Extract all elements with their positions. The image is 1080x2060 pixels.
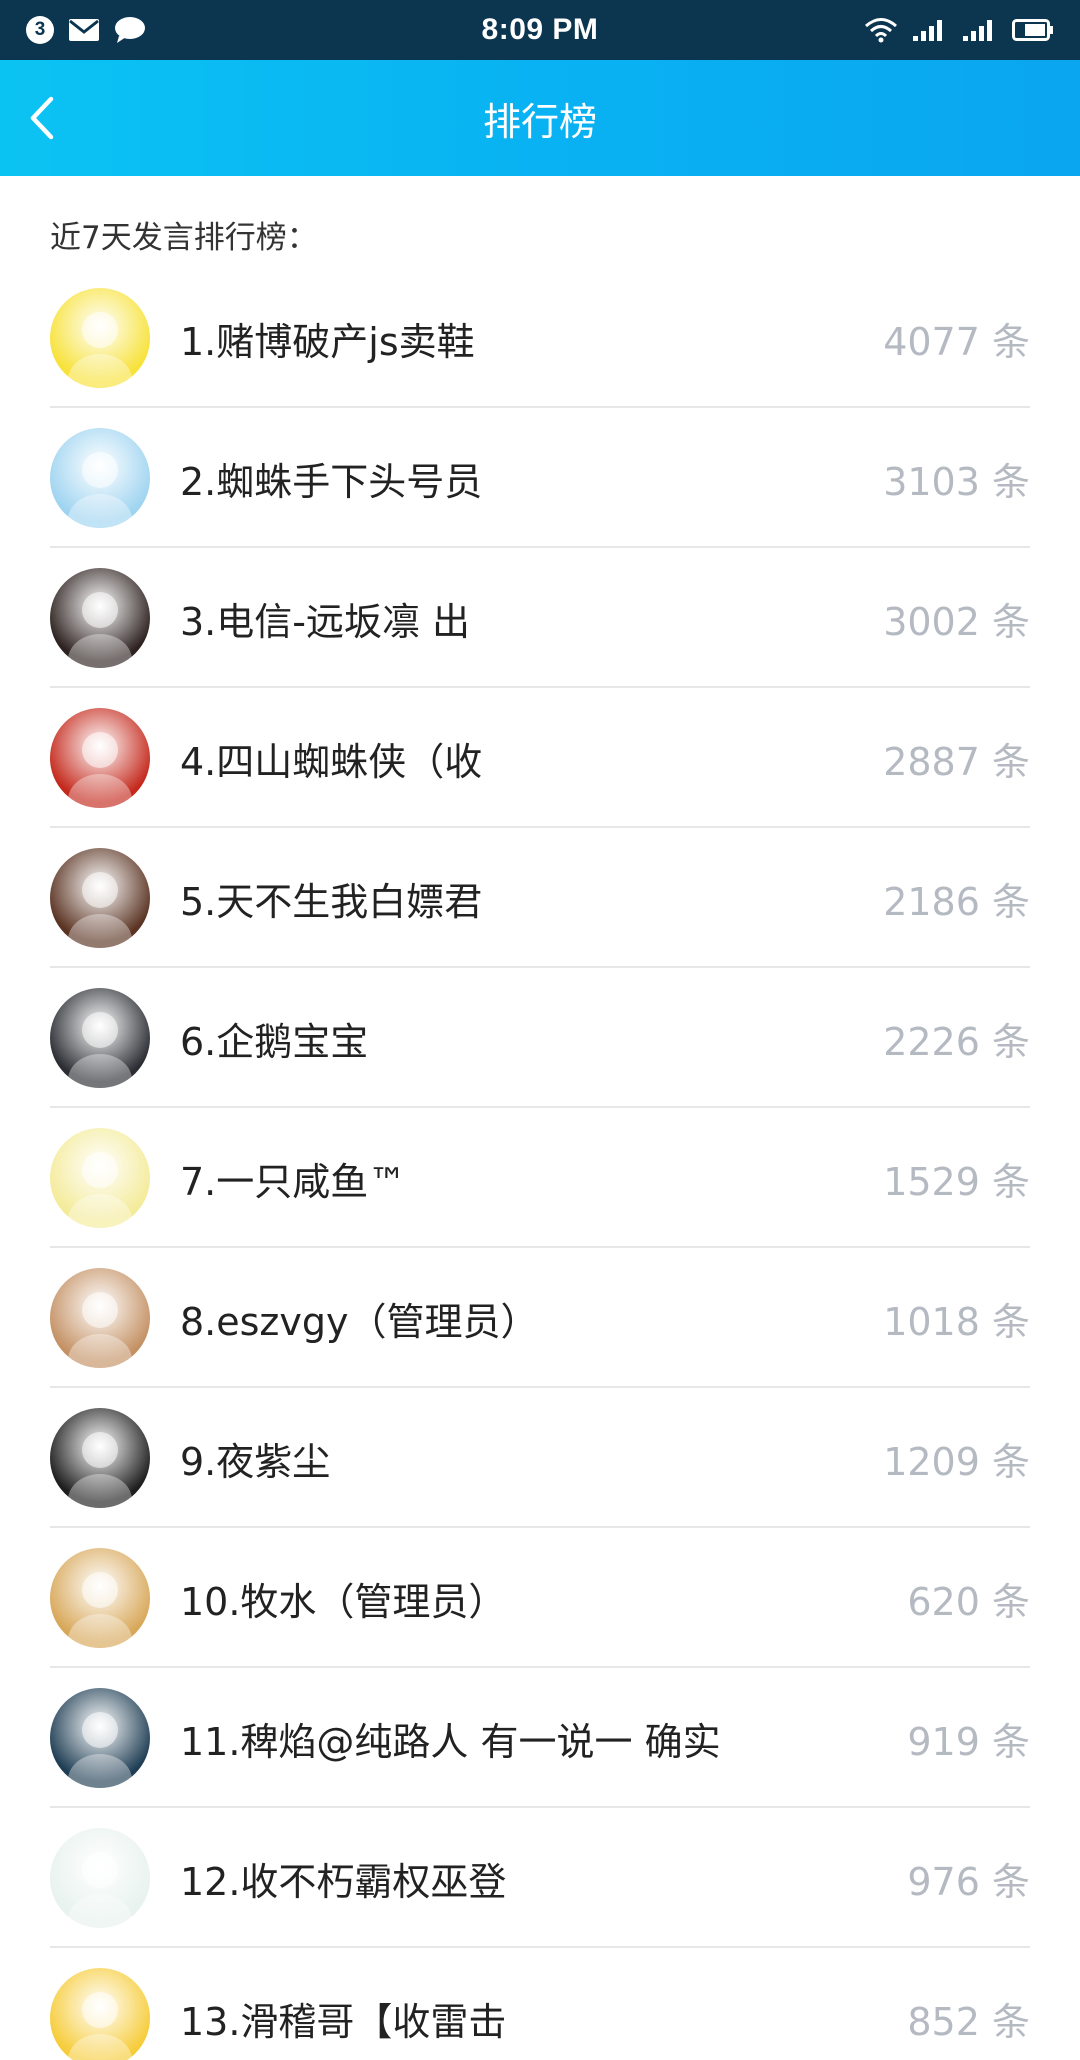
status-bar-right: [754, 17, 1054, 43]
page-title: 排行榜: [482, 99, 597, 144]
ranking-name: 12.收不朽霸权巫登: [180, 1859, 507, 1904]
ranking-row[interactable]: 3.电信-远坂凛 出 3002 条: [0, 548, 1080, 688]
ranking-row[interactable]: 9.夜紫尘 1209 条: [0, 1388, 1080, 1528]
ranking-row[interactable]: 5.天不生我白嫖君 2186 条: [0, 828, 1080, 968]
ranking-name: 4.四山蜘蛛侠（收: [180, 739, 483, 784]
message-count: 2226 条: [883, 1019, 1030, 1064]
funny-face-avatar[interactable]: [50, 1968, 150, 2060]
pikachu-avatar[interactable]: [50, 288, 150, 388]
ranking-row[interactable]: 7.一只咸鱼™ 1529 条: [0, 1108, 1080, 1248]
wifi-icon: [864, 17, 898, 43]
message-count: 2186 条: [883, 879, 1030, 924]
section-label: 近7天发言排行榜：: [50, 220, 318, 256]
ranking-row[interactable]: 2.蜘蛛手下头号员 3103 条: [0, 408, 1080, 548]
ranking-name: 10.牧水（管理员）: [180, 1579, 507, 1624]
cat-avatar[interactable]: [50, 1268, 150, 1368]
message-count: 852 条: [907, 1999, 1030, 2044]
ranking-name: 13.滑稽哥【收雷击: [180, 1999, 507, 2044]
anime-green-avatar[interactable]: [50, 1688, 150, 1788]
sketch-avatar[interactable]: [50, 1828, 150, 1928]
ranking-row[interactable]: 12.收不朽霸权巫登 976 条: [0, 1808, 1080, 1948]
message-count: 620 条: [907, 1579, 1030, 1624]
ranking-row[interactable]: 4.四山蜘蛛侠（收 2887 条: [0, 688, 1080, 828]
back-button[interactable]: [14, 90, 70, 146]
ranking-name: 8.eszvgy（管理员）: [180, 1299, 539, 1344]
status-bar: 3 8:09 PM: [0, 0, 1080, 60]
ranking-row[interactable]: 6.企鹅宝宝 2226 条: [0, 968, 1080, 1108]
chat-bubble-icon: [114, 16, 146, 44]
ranking-row[interactable]: 1.赌博破产js卖鞋 4077 条: [0, 268, 1080, 408]
ranking-list: 1.赌博破产js卖鞋 4077 条 2.蜘蛛手下头号员 3103 条 3.电信-远坂凛 …: [0, 268, 1080, 2060]
message-count: 4077 条: [883, 319, 1030, 364]
mask-avatar[interactable]: [50, 1408, 150, 1508]
penguin-avatar[interactable]: [50, 988, 150, 1088]
ranking-name: 3.电信-远坂凛 出: [180, 599, 471, 644]
ranking-name: 2.蜘蛛手下头号员: [180, 459, 483, 504]
salted-fish-avatar[interactable]: [50, 1128, 150, 1228]
chevron-left-icon: [30, 96, 54, 140]
title-bar: 排行榜: [0, 60, 1080, 176]
message-count: 1018 条: [883, 1299, 1030, 1344]
message-count: 976 条: [907, 1859, 1030, 1904]
message-count: 919 条: [907, 1719, 1030, 1764]
anime-rin-avatar[interactable]: [50, 568, 150, 668]
message-count: 1209 条: [883, 1439, 1030, 1484]
ranking-name: 6.企鹅宝宝: [180, 1019, 369, 1064]
ranking-name: 5.天不生我白嫖君: [180, 879, 483, 924]
notification-count-badge: 3: [26, 16, 54, 44]
woman-portrait-avatar[interactable]: [50, 848, 150, 948]
message-count: 2887 条: [883, 739, 1030, 784]
ranking-name: 7.一只咸鱼™: [180, 1159, 407, 1204]
ranking-row[interactable]: 8.eszvgy（管理员） 1018 条: [0, 1248, 1080, 1388]
message-count: 3002 条: [883, 599, 1030, 644]
ranking-name: 11.稗焰@纯路人 有一说一 确实: [180, 1719, 721, 1764]
mail-icon: [68, 18, 100, 42]
status-time: 8:09 PM: [481, 13, 599, 46]
signal-sim2-icon: [962, 18, 998, 42]
status-bar-left: 3: [26, 16, 326, 44]
message-count: 3103 条: [883, 459, 1030, 504]
anime-blonde-avatar[interactable]: [50, 1548, 150, 1648]
ranking-name: 1.赌博破产js卖鞋: [180, 319, 475, 364]
ranking-row[interactable]: 11.稗焰@纯路人 有一说一 确实 919 条: [0, 1668, 1080, 1808]
spiderman-avatar[interactable]: [50, 708, 150, 808]
ranking-row[interactable]: 13.滑稽哥【收雷击 852 条: [0, 1948, 1080, 2060]
ranking-row[interactable]: 10.牧水（管理员） 620 条: [0, 1528, 1080, 1668]
ranking-name: 9.夜紫尘: [180, 1439, 331, 1484]
anime-girl-avatar[interactable]: [50, 428, 150, 528]
message-count: 1529 条: [883, 1159, 1030, 1204]
battery-icon: [1011, 18, 1054, 42]
signal-sim1-icon: [912, 18, 948, 42]
